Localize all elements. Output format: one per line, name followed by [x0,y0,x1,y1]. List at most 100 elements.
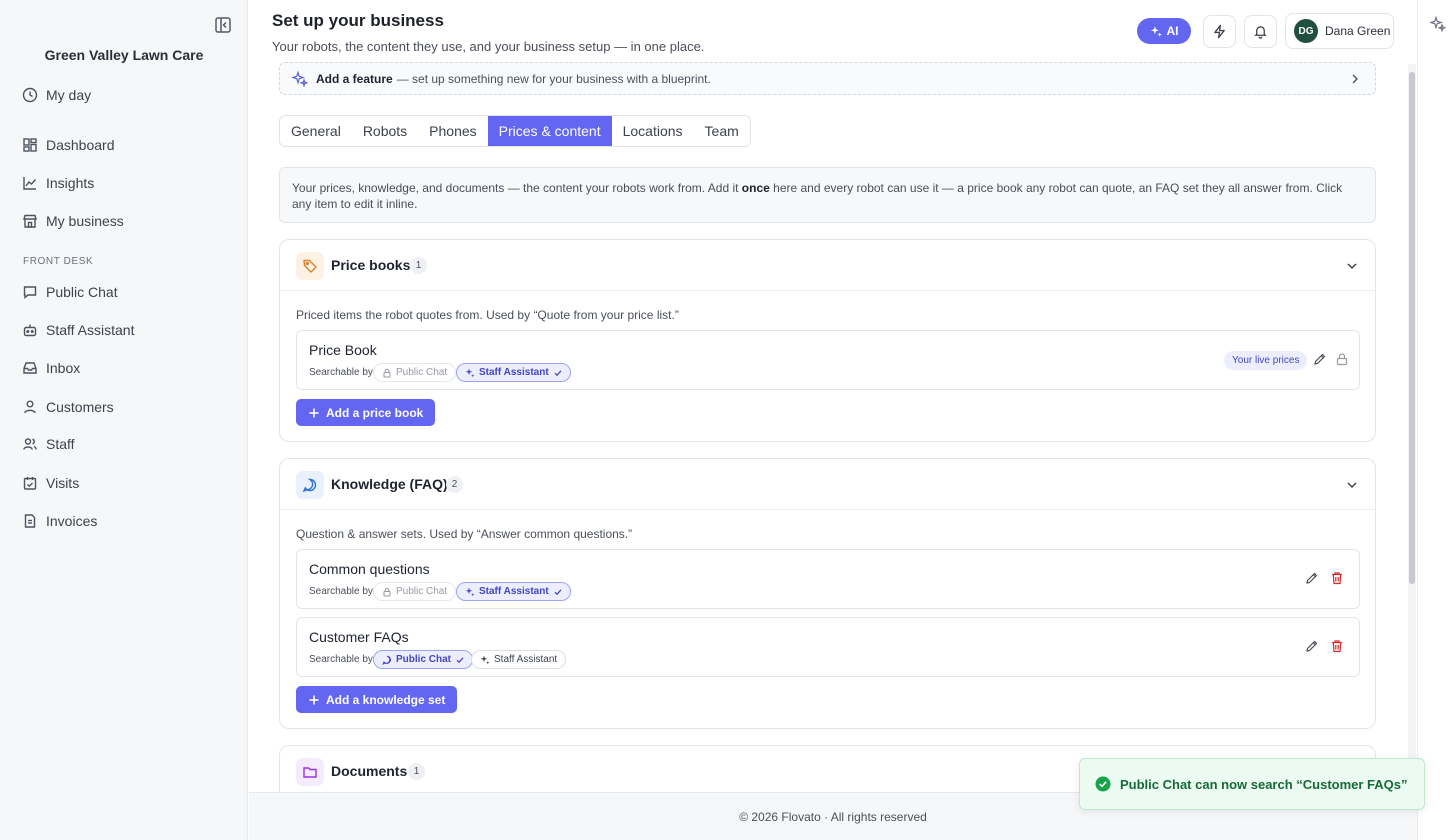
notifications-button[interactable] [1244,15,1277,48]
sidebar-item-customers[interactable]: Customers [22,396,114,418]
public-chat-chip[interactable]: Public Chat [373,582,457,601]
chip-label: Staff Assistant [479,586,549,597]
sidebar-item-label: Visits [46,475,80,491]
sidebar-item-inbox[interactable]: Inbox [22,357,80,379]
tag-icon [296,252,324,280]
plus-icon [308,407,320,419]
sidebar-item-my-day[interactable]: My day [22,84,91,106]
sidebar-item-insights[interactable]: Insights [22,172,94,194]
knowledge-header[interactable]: Knowledge (FAQ) 2 [280,459,1375,510]
tab-general[interactable]: General [280,116,352,146]
sidebar-item-public-chat[interactable]: Public Chat [22,281,118,303]
tab-locations[interactable]: Locations [612,116,694,146]
sidebar-item-staff[interactable]: Staff [22,433,75,455]
chip-label: Staff Assistant [479,367,549,378]
add-price-book-button[interactable]: Add a price book [296,399,436,426]
sparkles-icon [465,368,475,378]
feature-banner-text: — set up something new for your business… [396,71,711,86]
ai-button-label: AI [1166,24,1179,38]
sidebar-item-my-business[interactable]: My business [22,210,124,232]
tab-prices-content[interactable]: Prices & content [487,116,612,146]
tab-robots[interactable]: Robots [352,116,418,146]
list-item[interactable]: Customer FAQs Searchable by Public Chat … [296,617,1360,677]
staff-assistant-chip[interactable]: Staff Assistant [456,363,571,382]
sidebar-item-visits[interactable]: Visits [22,472,79,494]
chip-label: Public Chat [396,654,452,665]
success-toast: Public Chat can now search “Customer FAQ… [1079,758,1425,810]
section-title: Knowledge (FAQ) [331,476,448,492]
add-knowledge-set-button[interactable]: Add a knowledge set [296,686,458,713]
page-title: Set up your business [272,11,444,30]
chevron-right-icon [1349,73,1361,85]
count-badge: 1 [408,763,425,780]
sparkles-icon [292,70,308,87]
check-circle-icon [1095,776,1111,792]
section-title[interactable]: Documents [331,763,407,779]
sparkles-icon[interactable] [1430,16,1446,32]
item-name: Common questions [309,561,430,577]
page-subtitle: Your robots, the content they use, and y… [272,39,705,54]
quick-actions-button[interactable] [1203,15,1236,48]
check-icon [553,587,562,596]
add-feature-banner[interactable]: Add a feature — set up something new for… [279,62,1376,95]
sidebar-item-label: Inbox [46,360,81,376]
user-menu-button[interactable]: DG Dana Green [1285,13,1394,49]
info-text-bold: once [741,181,770,195]
user-name: Dana Green [1325,24,1391,38]
tab-phones[interactable]: Phones [418,116,487,146]
plus-icon [308,694,320,706]
right-rail [1417,0,1456,840]
sidebar-item-label: Public Chat [46,284,118,300]
list-item[interactable]: Price Book Searchable by Public Chat Sta… [296,330,1360,390]
ai-button[interactable]: AI [1137,18,1191,44]
section-title: Price books [331,257,411,273]
users-icon [22,436,38,452]
sidebar-item-invoices[interactable]: Invoices [22,510,97,532]
scrollbar[interactable] [1408,64,1416,792]
sidebar-item-label: Dashboard [46,137,115,153]
inbox-icon [22,360,38,376]
list-item[interactable]: Common questions Searchable by Public Ch… [296,549,1360,609]
pencil-icon[interactable] [1313,352,1327,366]
sidebar-item-label: Staff Assistant [46,322,135,338]
user-icon [22,399,38,415]
pencil-icon[interactable] [1305,639,1319,653]
add-button-label: Add a knowledge set [326,692,446,707]
tab-team[interactable]: Team [694,116,750,146]
live-prices-badge: Your live prices [1224,351,1308,370]
lock-icon [1335,352,1349,366]
trash-icon[interactable] [1330,639,1344,653]
chip-label: Staff Assistant [494,654,558,665]
invoice-icon [22,513,38,529]
chip-label: Public Chat [396,586,448,597]
sidebar: Green Valley Lawn Care My day Dashboard … [0,0,248,840]
item-name: Price Book [309,342,377,358]
sidebar-item-label: My business [46,213,124,229]
check-icon [553,368,562,377]
chevron-down-icon[interactable] [1345,478,1359,492]
pencil-icon[interactable] [1305,571,1319,585]
staff-assistant-chip[interactable]: Staff Assistant [471,650,567,669]
info-box: Your prices, knowledge, and documents — … [279,167,1376,223]
public-chat-chip[interactable]: Public Chat [373,363,457,382]
sidebar-item-staff-assistant[interactable]: Staff Assistant [22,319,134,341]
staff-assistant-chip[interactable]: Staff Assistant [456,582,571,601]
chevron-down-icon[interactable] [1345,259,1359,273]
sidebar-item-label: My day [46,87,92,103]
folder-icon [296,758,324,786]
bell-icon [1253,24,1268,39]
sidebar-collapse-icon[interactable] [214,16,232,34]
price-books-header[interactable]: Price books 1 [280,240,1375,291]
dashboard-icon [22,137,38,153]
searchable-by-label: Searchable by [309,654,373,665]
trash-icon[interactable] [1330,571,1344,585]
scrollbar-thumb[interactable] [1409,72,1415,584]
sidebar-item-dashboard[interactable]: Dashboard [22,134,115,156]
check-icon [455,655,464,664]
public-chat-chip[interactable]: Public Chat [373,650,474,669]
clock-icon [22,87,38,103]
avatar: DG [1294,19,1318,43]
sparkles-icon [465,587,475,597]
sidebar-item-label: Invoices [46,513,98,529]
calendar-check-icon [22,475,38,491]
